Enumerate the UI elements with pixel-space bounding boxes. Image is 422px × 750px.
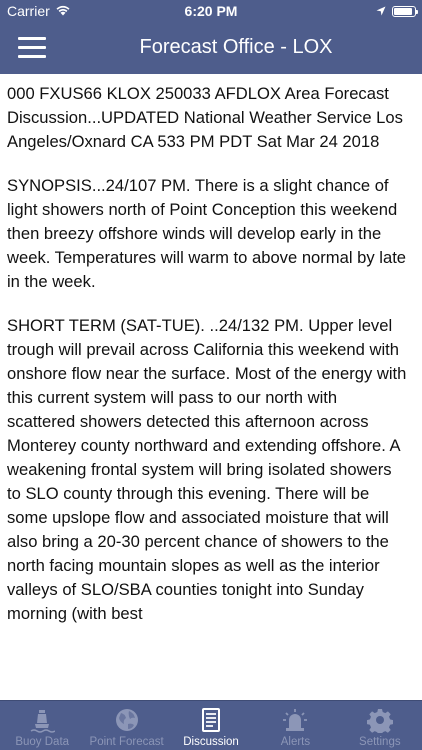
- document-icon: [197, 706, 225, 734]
- location-arrow-icon: [376, 3, 386, 19]
- discussion-short-term: SHORT TERM (SAT-TUE). ..24/132 PM. Upper…: [7, 316, 407, 623]
- tab-point-forecast[interactable]: Point Forecast: [84, 701, 168, 750]
- tab-label: Settings: [359, 736, 401, 748]
- tab-label: Alerts: [280, 736, 311, 748]
- tab-alerts[interactable]: Alerts: [253, 701, 337, 750]
- discussion-header: 000 FXUS66 KLOX 250033 AFDLOX Area Forec…: [7, 84, 403, 151]
- status-time: 6:20 PM: [184, 3, 238, 19]
- tab-label: Discussion: [183, 736, 239, 748]
- status-bar: Carrier 6:20 PM: [0, 0, 422, 22]
- tab-settings[interactable]: Settings: [338, 701, 422, 750]
- tab-bar: Buoy Data Point Forecast Discussion Aler…: [0, 700, 422, 750]
- discussion-synopsis: SYNOPSIS...24/107 PM. There is a slight …: [7, 176, 407, 291]
- status-right: [376, 3, 418, 19]
- page-title: Forecast Office - LOX: [139, 36, 333, 58]
- tab-buoy-data[interactable]: Buoy Data: [0, 701, 84, 750]
- discussion-text-view[interactable]: 000 FXUS66 KLOX 250033 AFDLOX Area Forec…: [0, 74, 422, 700]
- gear-icon: [366, 706, 394, 734]
- buoy-icon: [28, 706, 56, 734]
- battery-icon: [392, 5, 418, 17]
- navigation-bar: Forecast Office - LOX: [0, 22, 422, 74]
- app-screen: Carrier 6:20 PM Forecast Office - LOX 00…: [0, 0, 422, 750]
- hamburger-icon-line: [18, 46, 46, 49]
- hamburger-icon-line: [18, 37, 46, 40]
- globe-icon: [113, 706, 141, 734]
- alarm-bell-icon: [281, 706, 309, 734]
- tab-discussion[interactable]: Discussion: [169, 701, 253, 750]
- battery-level: [394, 7, 412, 15]
- tab-label: Point Forecast: [89, 736, 164, 748]
- tab-label: Buoy Data: [15, 736, 70, 748]
- menu-button[interactable]: [18, 37, 46, 59]
- hamburger-icon-line: [18, 55, 46, 58]
